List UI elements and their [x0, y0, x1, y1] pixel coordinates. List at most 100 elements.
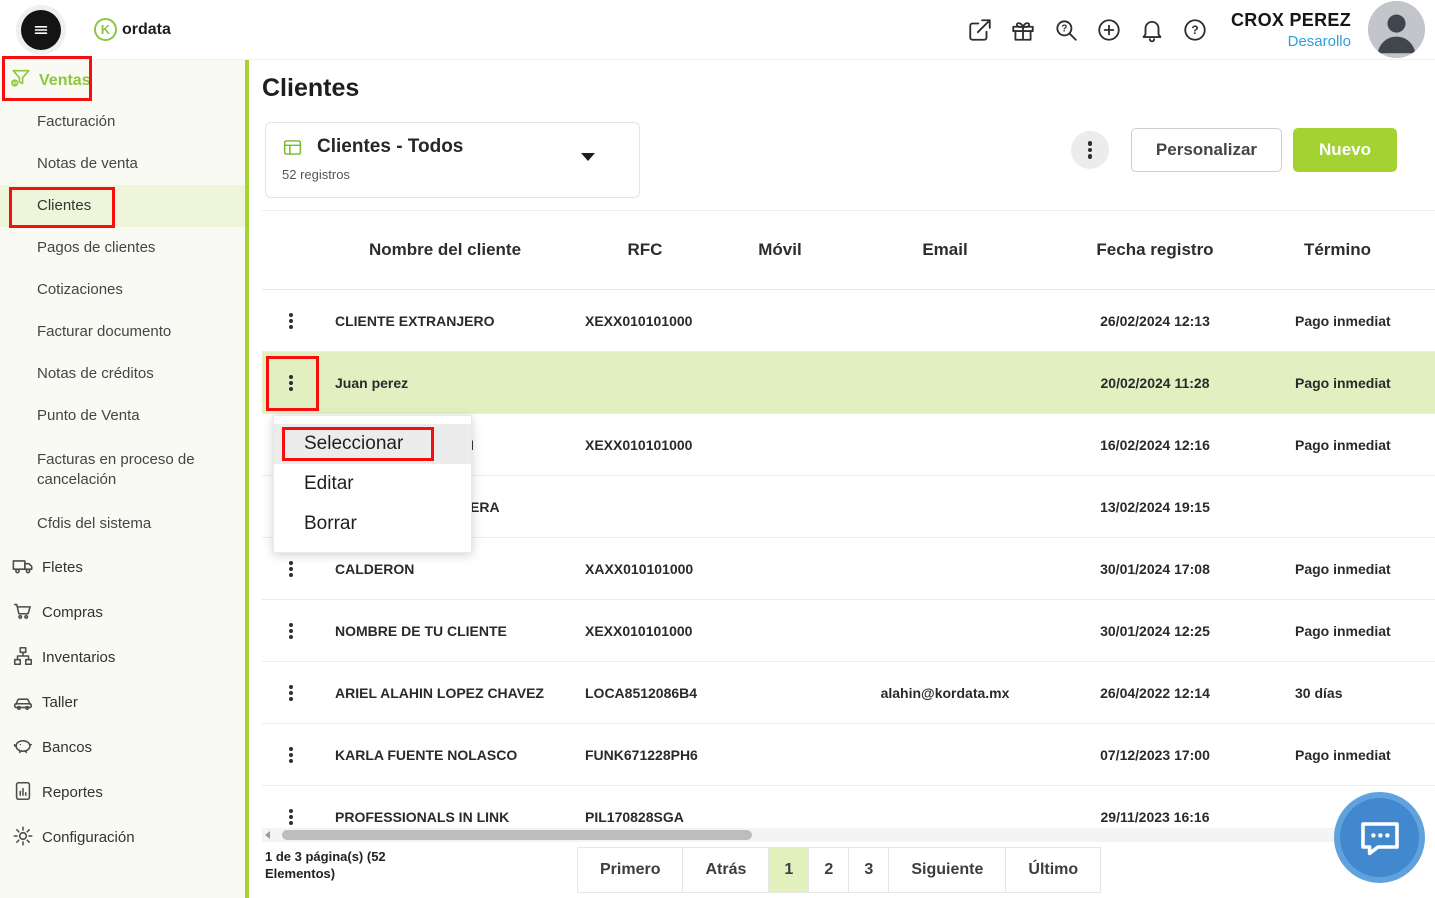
add-icon[interactable] — [1096, 17, 1122, 43]
column-header-email: Email — [840, 240, 1050, 260]
sidebar-item-bancos[interactable]: Bancos — [0, 725, 245, 770]
table-body: CLIENTE EXTRANJEROXEXX01010100026/02/202… — [262, 290, 1435, 848]
sidebar-item-fletes[interactable]: Fletes — [0, 545, 245, 590]
car-icon — [12, 690, 34, 716]
cell-fecha: 26/02/2024 12:13 — [1050, 313, 1260, 329]
sidebar-item-facturas-en-proceso-de-cancelacion[interactable]: Facturas en proceso de cancelación — [0, 437, 245, 503]
user-role: Desarollo — [1231, 33, 1351, 50]
personalizar-button[interactable]: Personalizar — [1131, 128, 1282, 172]
piggy-bank-icon — [12, 735, 34, 761]
user-menu[interactable]: CROX PEREZ Desarollo — [1231, 10, 1351, 50]
view-selector-dropdown[interactable]: Clientes - Todos 52 registros — [265, 122, 640, 198]
sidebar-item-inventarios[interactable]: Inventarios — [0, 635, 245, 680]
scrollbar-thumb[interactable] — [282, 830, 752, 840]
cell-termino: Pago inmediat — [1260, 437, 1415, 453]
table-row[interactable]: Juan perez20/02/2024 11:28Pago inmediat — [262, 352, 1435, 414]
table-row[interactable]: KARLA FUENTE NOLASCOFUNK671228PH607/12/2… — [262, 724, 1435, 786]
horizontal-scrollbar[interactable] — [262, 828, 1402, 842]
hamburger-menu-button[interactable] — [16, 5, 66, 55]
row-menu-button[interactable] — [262, 313, 320, 329]
cell-termino: Pago inmediat — [1260, 747, 1415, 763]
cell-termino: 30 días — [1260, 685, 1415, 701]
table-row[interactable]: CLIENTE EXTRANJEROXEXX01010100026/02/202… — [262, 290, 1435, 352]
funnel-icon: $ — [10, 67, 32, 94]
sidebar-item-compras[interactable]: Compras — [0, 590, 245, 635]
table-header: Nombre del clienteRFCMóvilEmailFecha reg… — [262, 210, 1435, 290]
kordata-logo: Kordata — [94, 18, 171, 41]
cell-nombre: PROFESSIONALS IN LINK — [320, 809, 570, 825]
menu-item-borrar[interactable]: Borrar — [274, 504, 471, 544]
sidebar-item-clientes[interactable]: Clientes — [0, 185, 245, 227]
sidebar: $ Ventas FacturaciónNotas de ventaClient… — [0, 60, 245, 898]
row-menu-button[interactable] — [262, 685, 320, 701]
chevron-down-icon — [581, 153, 595, 161]
open-in-new-icon[interactable] — [967, 17, 993, 43]
sidebar-section-ventas[interactable]: $ Ventas — [0, 60, 245, 101]
kebab-icon — [289, 561, 293, 577]
gift-icon[interactable] — [1010, 17, 1036, 43]
cell-nombre: NOMBRE DE TU CLIENTE — [320, 623, 570, 639]
row-menu-button[interactable] — [262, 375, 320, 391]
row-context-menu: SeleccionarEditarBorrar — [273, 415, 472, 553]
table-row[interactable]: ARIEL ALAHIN LOPEZ CHAVEZLOCA8512086B4al… — [262, 662, 1435, 724]
records-count: 52 registros — [282, 167, 623, 182]
row-menu-button[interactable] — [262, 623, 320, 639]
column-header-rfc: RFC — [570, 240, 720, 260]
page-button-3[interactable]: 3 — [848, 847, 889, 893]
row-menu-button[interactable] — [262, 809, 320, 825]
sidebar-item-cotizaciones[interactable]: Cotizaciones — [0, 269, 245, 311]
svg-text:?: ? — [1191, 22, 1198, 36]
sidebar-item-notas-de-creditos[interactable]: Notas de créditos — [0, 353, 245, 395]
sidebar-item-taller[interactable]: Taller — [0, 680, 245, 725]
row-menu-button[interactable] — [262, 561, 320, 577]
user-name: CROX PEREZ — [1231, 10, 1351, 31]
menu-item-seleccionar[interactable]: Seleccionar — [274, 424, 471, 464]
cell-nombre: KARLA FUENTE NOLASCO — [320, 747, 570, 763]
sidebar-item-pagos-de-clientes[interactable]: Pagos de clientes — [0, 227, 245, 269]
row-menu-button[interactable] — [262, 747, 320, 763]
cell-rfc: XEXX010101000 — [570, 437, 720, 453]
sidebar-item-facturar-documento[interactable]: Facturar documento — [0, 311, 245, 353]
logo-k-icon: K — [94, 18, 117, 41]
cell-fecha: 20/02/2024 11:28 — [1050, 375, 1260, 391]
sidebar-item-configuracion[interactable]: Configuración — [0, 815, 245, 860]
cell-rfc: XEXX010101000 — [570, 313, 720, 329]
avatar[interactable] — [1368, 1, 1425, 58]
cell-fecha: 30/01/2024 17:08 — [1050, 561, 1260, 577]
view-selector-label: Clientes - Todos — [317, 136, 463, 158]
topbar: Kordata ?? CROX PEREZ Desarollo — [0, 0, 1435, 60]
sidebar-item-punto-de-venta[interactable]: Punto de Venta — [0, 395, 245, 437]
notifications-icon[interactable] — [1139, 17, 1165, 43]
cell-fecha: 30/01/2024 12:25 — [1050, 623, 1260, 639]
list-options-button[interactable] — [1071, 131, 1109, 169]
cell-nombre: ARIEL ALAHIN LOPEZ CHAVEZ — [320, 685, 570, 701]
menu-item-editar[interactable]: Editar — [274, 464, 471, 504]
sidebar-item-cfdis-del-sistema[interactable]: Cfdis del sistema — [0, 503, 245, 545]
cell-termino: Pago inmediat — [1260, 623, 1415, 639]
cell-fecha: 13/02/2024 19:15 — [1050, 499, 1260, 515]
hamburger-icon — [21, 10, 61, 50]
page-button-siguiente[interactable]: Siguiente — [888, 847, 1006, 893]
search-help-icon[interactable]: ? — [1053, 17, 1079, 43]
cell-rfc: FUNK671228PH6 — [570, 747, 720, 763]
scroll-left-arrow-icon[interactable] — [265, 831, 270, 839]
kebab-icon — [289, 313, 293, 329]
svg-text:?: ? — [1061, 23, 1067, 34]
report-icon — [12, 780, 34, 806]
help-icon[interactable]: ? — [1182, 17, 1208, 43]
cell-fecha: 26/04/2022 12:14 — [1050, 685, 1260, 701]
cell-termino: Pago inmediat — [1260, 561, 1415, 577]
page-button-2[interactable]: 2 — [808, 847, 849, 893]
page-button-1[interactable]: 1 — [768, 847, 809, 893]
nuevo-button[interactable]: Nuevo — [1293, 128, 1397, 172]
page-button-atras[interactable]: Atrás — [682, 847, 769, 893]
pagination-bar: 1 de 3 página(s) (52 Elementos) PrimeroA… — [249, 842, 1435, 898]
cell-fecha: 29/11/2023 16:16 — [1050, 809, 1260, 825]
sidebar-item-reportes[interactable]: Reportes — [0, 770, 245, 815]
sidebar-item-notas-de-venta[interactable]: Notas de venta — [0, 143, 245, 185]
table-row[interactable]: NOMBRE DE TU CLIENTEXEXX01010100030/01/2… — [262, 600, 1435, 662]
chat-support-button[interactable] — [1334, 792, 1425, 883]
page-button-primero[interactable]: Primero — [577, 847, 683, 893]
sidebar-item-facturacion[interactable]: Facturación — [0, 101, 245, 143]
page-button-ultimo[interactable]: Último — [1005, 847, 1101, 893]
